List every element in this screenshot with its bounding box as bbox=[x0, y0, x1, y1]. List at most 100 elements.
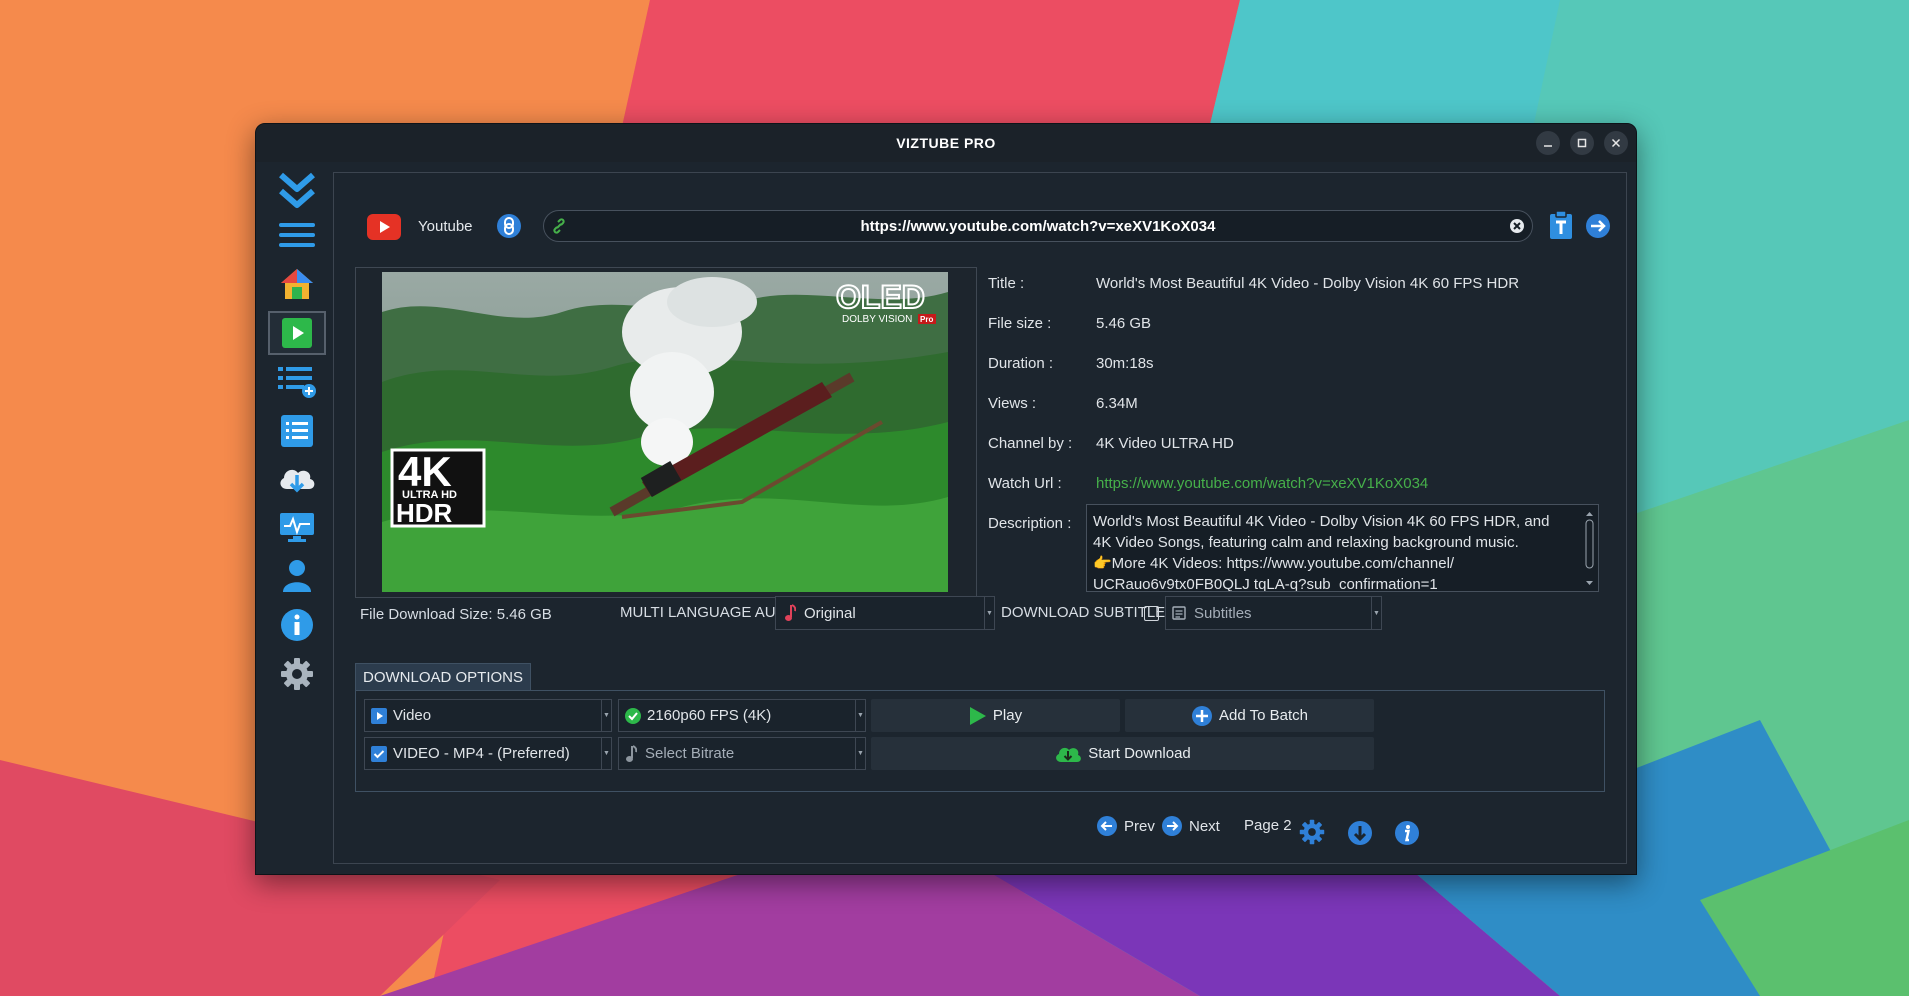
chevron-down-icon: ▼ bbox=[855, 700, 865, 731]
url-row: Youtube bbox=[367, 210, 1610, 244]
description-scrollbar[interactable] bbox=[1585, 511, 1594, 587]
source-label: Youtube bbox=[418, 218, 473, 235]
channel-key: Channel by : bbox=[988, 435, 1073, 452]
maximize-button[interactable] bbox=[1570, 131, 1594, 155]
minimize-icon bbox=[1544, 145, 1552, 147]
close-button[interactable] bbox=[1604, 131, 1628, 155]
title-key: Title : bbox=[988, 275, 1025, 292]
cloud-download-icon bbox=[1056, 747, 1082, 762]
description-box[interactable]: World's Most Beautiful 4K Video - Dolby … bbox=[1086, 504, 1599, 592]
maximize-icon bbox=[1577, 138, 1587, 148]
download-options-tab[interactable]: DOWNLOAD OPTIONS bbox=[355, 663, 532, 691]
window-title: VIZTUBE PRO bbox=[896, 135, 996, 151]
format-value: VIDEO - MP4 - (Preferred) bbox=[393, 745, 570, 762]
subtitles-icon bbox=[1172, 606, 1186, 620]
type-select[interactable]: Video ▼ bbox=[364, 699, 612, 732]
duration-value: 30m:18s bbox=[1096, 355, 1154, 372]
prev-button[interactable]: Prev bbox=[1096, 809, 1155, 843]
title-bar[interactable]: VIZTUBE PRO bbox=[256, 124, 1636, 162]
play-icon bbox=[282, 318, 312, 348]
watch-url-link[interactable]: https://www.youtube.com/watch?v=xeXV1KoX… bbox=[1096, 475, 1428, 492]
subtitles-select[interactable]: Subtitles ▼ bbox=[1165, 596, 1382, 630]
desc-line-2: 4K Video Songs, featuring calm and relax… bbox=[1093, 534, 1519, 551]
subtitles-checkbox[interactable] bbox=[1144, 606, 1159, 621]
link-source-icon[interactable] bbox=[496, 213, 522, 239]
chevron-down-icon: ▼ bbox=[1371, 597, 1381, 629]
badge-pro: Pro bbox=[920, 315, 933, 324]
file-size-label: File Download Size: 5.46 GB bbox=[360, 606, 552, 623]
youtube-logo-icon[interactable] bbox=[367, 214, 401, 240]
cloud-download-icon bbox=[280, 469, 315, 493]
4k-hdr-badge: 4K ULTRA HD HDR bbox=[390, 448, 486, 528]
audio-select[interactable]: Original ▼ bbox=[775, 596, 995, 630]
sidebar-item-monitor[interactable] bbox=[268, 505, 326, 549]
chevron-down-icon: ▼ bbox=[601, 738, 611, 769]
quality-select[interactable]: 2160p60 FPS (4K) ▼ bbox=[618, 699, 866, 732]
chevron-down-icon: ▼ bbox=[601, 700, 611, 731]
play-button[interactable]: Play bbox=[871, 699, 1120, 732]
download-circle-icon[interactable] bbox=[1347, 816, 1373, 850]
list-icon bbox=[281, 415, 313, 447]
sidebar-item-user[interactable] bbox=[268, 554, 326, 598]
settings-icon[interactable] bbox=[1299, 815, 1325, 849]
badge-hdr: HDR bbox=[396, 498, 453, 528]
add-circle-icon bbox=[1192, 705, 1213, 726]
next-button[interactable]: Next bbox=[1161, 809, 1220, 843]
playlist-add-icon bbox=[278, 367, 316, 398]
desc-line-1: World's Most Beautiful 4K Video - Dolby … bbox=[1093, 513, 1550, 530]
desc-line-4: UCRauo6v9tx0FB0QLJ tqLA-q?sub_confirmati… bbox=[1093, 576, 1438, 592]
app-window: VIZTUBE PRO Youtube https://www.youtube.… bbox=[255, 123, 1637, 875]
description-key: Description : bbox=[988, 515, 1072, 532]
type-value: Video bbox=[393, 707, 432, 724]
clear-url-icon[interactable] bbox=[1509, 218, 1525, 234]
checkbox-checked-icon bbox=[371, 745, 387, 762]
sidebar-item-settings[interactable] bbox=[268, 652, 326, 696]
url-input[interactable] bbox=[543, 210, 1533, 242]
arrow-right-icon bbox=[1162, 816, 1182, 836]
bitrate-select[interactable]: Select Bitrate ▼ bbox=[618, 737, 866, 770]
size-value: 5.46 GB bbox=[1096, 315, 1152, 332]
sidebar-item-list[interactable] bbox=[268, 409, 326, 453]
arrow-left-icon bbox=[1097, 816, 1117, 836]
go-arrow-icon[interactable] bbox=[1585, 213, 1611, 239]
sidebar-item-cloud-download[interactable] bbox=[268, 457, 326, 501]
download-options-panel: Video ▼ 2160p60 FPS (4K) ▼ Play Add To B… bbox=[355, 690, 1605, 792]
format-select[interactable]: VIDEO - MP4 - (Preferred) ▼ bbox=[364, 737, 612, 770]
sidebar bbox=[256, 162, 334, 874]
logo-chevrons-icon bbox=[279, 172, 315, 208]
url-field-wrap bbox=[543, 210, 1533, 242]
start-download-label: Start Download bbox=[1088, 745, 1191, 762]
quality-value: 2160p60 FPS (4K) bbox=[647, 707, 772, 724]
bitrate-placeholder: Select Bitrate bbox=[645, 745, 735, 762]
sidebar-logo[interactable] bbox=[268, 170, 326, 214]
sidebar-item-home[interactable] bbox=[268, 262, 326, 306]
minimize-button[interactable] bbox=[1536, 131, 1560, 155]
chevron-down-icon: ▼ bbox=[984, 597, 994, 629]
paste-clipboard-icon[interactable] bbox=[1550, 211, 1572, 239]
add-to-batch-button[interactable]: Add To Batch bbox=[1125, 699, 1374, 732]
start-download-button[interactable]: Start Download bbox=[871, 737, 1374, 770]
sidebar-item-playlist-add[interactable] bbox=[268, 359, 326, 403]
thumbnail-frame: OLED DOLBY VISION Pro 4K ULTRA HD HDR bbox=[355, 267, 977, 598]
video-thumbnail[interactable]: OLED DOLBY VISION Pro 4K ULTRA HD HDR bbox=[382, 272, 948, 592]
close-icon bbox=[1611, 138, 1621, 148]
watch-url-key: Watch Url : bbox=[988, 475, 1062, 492]
chevron-down-icon: ▼ bbox=[855, 738, 865, 769]
views-value: 6.34M bbox=[1096, 395, 1138, 412]
menu-icon bbox=[279, 223, 315, 247]
sidebar-item-info[interactable] bbox=[268, 603, 326, 647]
badge-4k: 4K bbox=[398, 448, 452, 495]
user-icon bbox=[283, 560, 311, 592]
home-icon bbox=[281, 269, 313, 299]
play-icon bbox=[969, 706, 986, 725]
check-circle-icon bbox=[625, 707, 641, 724]
info-icon[interactable] bbox=[1394, 816, 1420, 850]
sidebar-item-menu[interactable] bbox=[268, 213, 326, 257]
music-note-icon bbox=[785, 604, 796, 621]
monitor-icon bbox=[280, 513, 314, 542]
desc-line-3: 👉More 4K Videos: https://www.youtube.com… bbox=[1093, 555, 1455, 572]
badge-dolby: DOLBY VISION bbox=[842, 314, 912, 325]
play-label: Play bbox=[992, 707, 1023, 724]
sidebar-item-play[interactable] bbox=[268, 311, 326, 355]
size-key: File size : bbox=[988, 315, 1052, 332]
